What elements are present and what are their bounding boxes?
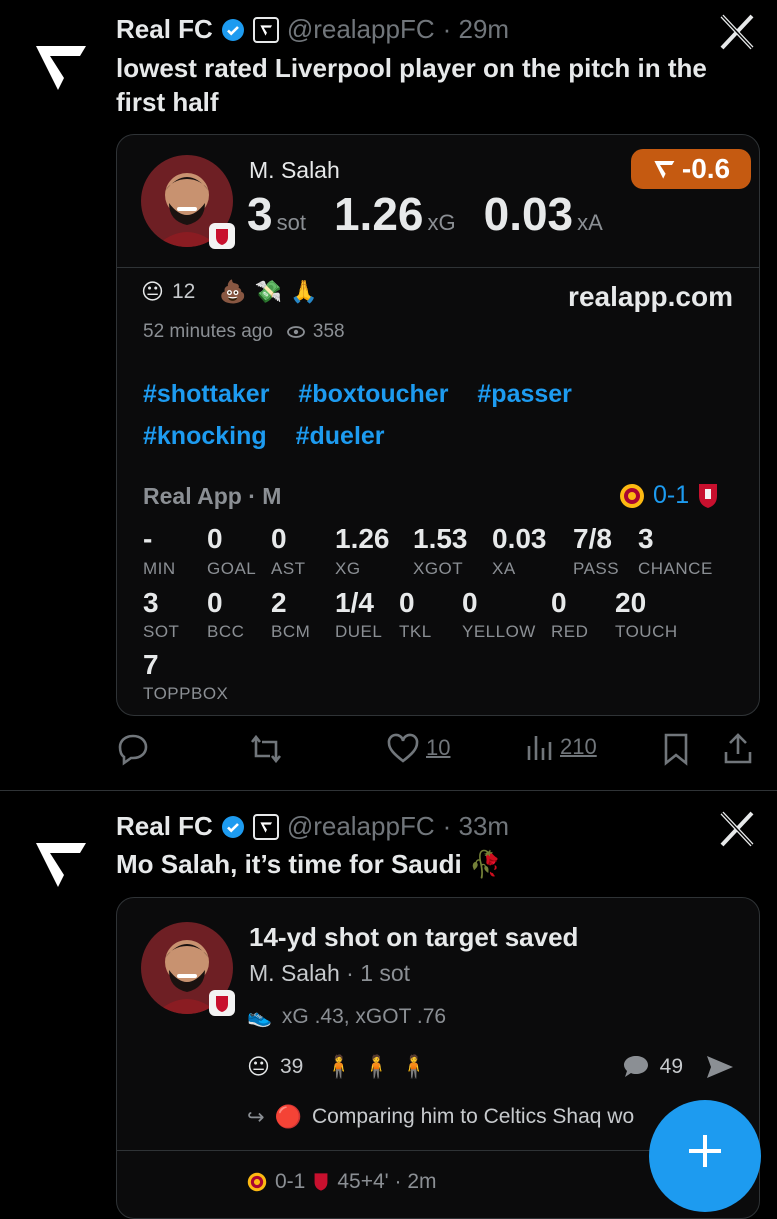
stat-bcc-label: BCC [207, 622, 245, 641]
stat-duel-label: DUEL [335, 622, 383, 641]
bookmark-icon[interactable] [662, 732, 690, 766]
score: 0-1 [275, 1170, 306, 1193]
reaction-count: 39 [279, 1055, 304, 1078]
tweet-text: lowest rated Liverpool player on the pit… [116, 53, 707, 117]
shot-stats: xG .43, xGOT .76 [281, 1004, 447, 1028]
stat-touch-label: TOUCH [615, 622, 678, 641]
stat-toppbox-value: 7 [143, 649, 159, 680]
stat-ast-label: AST [271, 559, 306, 578]
sticker-icon[interactable]: 🧍 [363, 1054, 390, 1080]
x-logo-icon[interactable] [717, 809, 757, 849]
reply-arrow-icon: ↪ [247, 1105, 265, 1129]
player-rating-card[interactable]: M. Salah 3 sot 1.26 xG 0.03 xA -0.6 😐 12… [116, 134, 760, 716]
liverpool-crest-icon [314, 1173, 328, 1191]
stat-sot-value: 3 [143, 587, 159, 618]
match-time: 45+4' · 2m [337, 1170, 437, 1193]
shot-stats-line: 👟 xG .43, xGOT .76 [247, 1004, 446, 1029]
stat-bcc-value: 0 [207, 587, 223, 618]
comment-row[interactable]: 49 [622, 1054, 735, 1080]
like-button[interactable]: 10 [386, 732, 450, 764]
realfc-logo-icon[interactable] [30, 36, 90, 96]
stat-pass-label: PASS [573, 559, 620, 578]
stat-bcm-label: BCM [271, 622, 311, 641]
player-line: M. Salah · 1 sot [249, 960, 410, 987]
heart-icon [387, 733, 419, 763]
comment-preview: Comparing him to Celtics Shaq wo [312, 1105, 635, 1128]
author-handle[interactable]: @realappFC [287, 14, 435, 45]
match-footer: 0-1 45+4' · 2m [247, 1170, 437, 1194]
stat-yellow-label: YELLOW [462, 622, 536, 641]
stat-red-label: RED [551, 622, 589, 641]
neutral-face-icon[interactable]: 😐 [247, 1054, 270, 1080]
tweet-header: Real FC @realappFC · 33m [116, 811, 509, 842]
stat-min-label: MIN [143, 559, 176, 578]
x-logo-icon[interactable] [717, 12, 757, 52]
stat-goal-label: GOAL [207, 559, 257, 578]
reply-icon[interactable] [116, 732, 150, 766]
stat-chance-label: CHANCE [638, 559, 713, 578]
verified-icon [221, 815, 244, 838]
stats-grid: - MIN 0 GOAL 0 AST 1.26 XG 1.53 XGOT 0.0… [117, 135, 759, 715]
send-icon[interactable] [705, 1054, 735, 1080]
plus-icon [689, 1135, 721, 1167]
stat-xa-label: XA [492, 559, 516, 578]
sticker-icon[interactable]: 🧍 [400, 1054, 427, 1080]
author-name[interactable]: Real FC [116, 811, 213, 842]
tweet-text: Mo Salah, it’s time for Saudi 🥀 [116, 849, 502, 879]
retweet-icon[interactable] [248, 732, 284, 766]
realfc-mini-logo-icon [252, 813, 279, 840]
boot-icon: 👟 [247, 1006, 272, 1028]
stat-chance-value: 3 [638, 523, 654, 554]
stat-touch-value: 20 [615, 587, 647, 618]
verified-icon [221, 18, 244, 41]
event-title: 14-yd shot on target saved [249, 922, 579, 952]
stat-red-value: 0 [551, 587, 567, 618]
stat-xa-value: 0.03 [492, 523, 547, 554]
tweet-time: · 29m [442, 14, 510, 44]
realfc-mini-logo-icon [252, 16, 279, 43]
tweet-time: · 33m [442, 811, 510, 841]
galatasaray-badge-icon [247, 1172, 267, 1192]
stat-xg-value: 1.26 [335, 523, 390, 554]
share-icon[interactable] [722, 732, 754, 766]
tweet-header: Real FC @realappFC · 29m [116, 14, 509, 45]
commenter-avatar: 🔴 [274, 1104, 303, 1129]
stat-tkl-label: TKL [399, 622, 432, 641]
stat-bcm-value: 2 [271, 587, 287, 618]
stat-toppbox-label: TOPPBOX [143, 684, 229, 703]
author-handle[interactable]: @realappFC [287, 811, 435, 842]
stat-min-value: - [143, 523, 153, 554]
stat-yellow-value: 0 [462, 587, 478, 618]
player-meta: · 1 sot [346, 960, 411, 986]
player-name: M. Salah [249, 960, 340, 986]
views-button[interactable]: 210 [524, 732, 597, 762]
tweet-1[interactable]: Real FC @realappFC · 29m lowest rated Li… [0, 0, 777, 790]
comment-count: 49 [659, 1055, 683, 1078]
view-count: 210 [560, 734, 597, 759]
stat-pass-value: 7/8 [573, 523, 612, 554]
sticker-icon[interactable]: 🧍 [325, 1054, 352, 1080]
liverpool-badge-icon [209, 990, 235, 1016]
views-icon [527, 736, 552, 760]
stat-ast-value: 0 [271, 523, 287, 554]
reaction-row: 😐 39 🧍 🧍 🧍 [247, 1054, 428, 1080]
realfc-logo-icon[interactable] [30, 833, 90, 893]
stat-duel-value: 1/4 [335, 587, 374, 618]
comment-preview-row[interactable]: ↪ 🔴 Comparing him to Celtics Shaq wo [247, 1104, 634, 1130]
compose-button[interactable] [649, 1100, 761, 1212]
stat-xgot-value: 1.53 [413, 523, 468, 554]
stat-tkl-value: 0 [399, 587, 415, 618]
stat-xgot-label: XGOT [413, 559, 464, 578]
stat-sot-label: SOT [143, 622, 180, 641]
comment-bubble-icon [623, 1056, 648, 1077]
tweet-actions: 10 210 [116, 728, 756, 768]
like-count: 10 [426, 735, 451, 760]
stat-xg-label: XG [335, 559, 361, 578]
author-name[interactable]: Real FC [116, 14, 213, 45]
stat-goal-value: 0 [207, 523, 223, 554]
